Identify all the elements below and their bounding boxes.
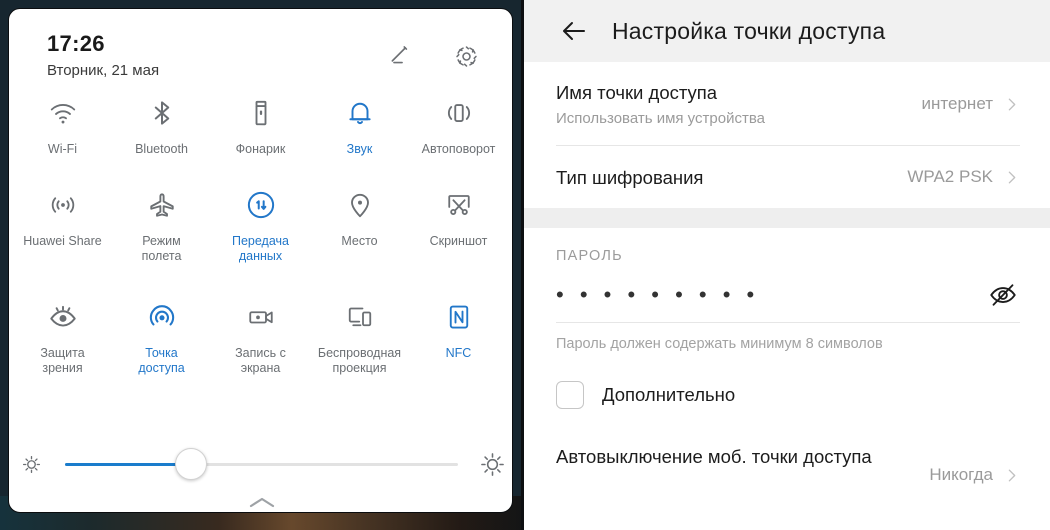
tile-huawei-share[interactable]: Huawei Share [13, 177, 112, 289]
chevron-right-icon [1008, 98, 1016, 110]
auto-rotate-icon [439, 93, 479, 133]
quick-settings-screen: 17:26 Вторник, 21 мая Wi-Fi Bluetooth Фо… [0, 0, 521, 530]
advanced-checkbox[interactable] [556, 381, 584, 409]
tile-label: Беспроводная проекция [317, 346, 402, 375]
row-encryption-value-group: WPA2 PSK [907, 167, 1020, 187]
edit-tiles-button[interactable] [384, 39, 418, 73]
quick-settings-header: 17:26 Вторник, 21 мая [9, 9, 512, 85]
screenshot-icon [439, 185, 479, 225]
row-advanced[interactable]: Дополнительно [556, 352, 1020, 417]
quick-tiles-row-3: Защита зрения Точка доступа Запись с экр… [9, 289, 512, 401]
tile-wireless-projection[interactable]: Беспроводная проекция [310, 289, 409, 401]
tile-label: Место [341, 234, 378, 248]
slider-track-fill [65, 462, 191, 466]
huawei-share-icon [43, 185, 83, 225]
hotspot-settings-screen: Настройка точки доступа Имя точки доступ… [521, 0, 1050, 530]
tile-label: Точка доступа [138, 346, 185, 375]
tile-nfc[interactable]: NFC [409, 289, 508, 401]
brightness-low-icon [9, 453, 53, 476]
cast-icon [340, 297, 380, 337]
clock-date: Вторник, 21 мая [47, 62, 160, 79]
tile-sound[interactable]: Звук [310, 85, 409, 177]
row-title: Имя точки доступа [556, 82, 718, 103]
tile-label: Защита зрения [40, 346, 85, 375]
tile-label: Huawei Share [23, 234, 102, 248]
tile-label: Wi-Fi [47, 142, 78, 156]
wifi-icon [43, 93, 83, 133]
tile-flashlight[interactable]: Фонарик [211, 85, 310, 177]
tile-label: Bluetooth [135, 142, 188, 156]
back-button[interactable] [554, 11, 594, 51]
tile-label: NFC [445, 346, 472, 360]
brightness-slider[interactable] [65, 448, 458, 480]
brightness-slider-row [9, 439, 512, 489]
tile-label: Скриншот [429, 234, 488, 248]
tile-label: Запись с экрана [235, 346, 286, 375]
eye-off-icon [990, 284, 1016, 306]
tile-airplane-mode[interactable]: Режим полета [112, 177, 211, 289]
password-hint: Пароль должен содержать минимум 8 символ… [556, 336, 883, 352]
tile-bluetooth[interactable]: Bluetooth [112, 85, 211, 177]
nfc-icon [439, 297, 479, 337]
tile-label: Фонарик [235, 142, 286, 156]
page-title: Настройка точки доступа [612, 17, 886, 44]
settings-button[interactable] [449, 39, 483, 73]
chevron-right-icon [1008, 469, 1016, 481]
chevron-up-icon [249, 497, 274, 508]
tile-mobile-data[interactable]: Передача данных [211, 177, 310, 289]
tile-hotspot[interactable]: Точка доступа [112, 289, 211, 401]
hotspot-settings-header: Настройка точки доступа [524, 0, 1050, 62]
brightness-high-icon [470, 451, 512, 478]
row-encryption-type[interactable]: Тип шифрования WPA2 PSK [556, 146, 1020, 208]
flashlight-icon [241, 93, 281, 133]
row-value: интернет [921, 94, 993, 113]
tile-auto-rotate[interactable]: Автоповорот [409, 85, 508, 177]
pencil-icon [391, 46, 408, 64]
quick-tiles-row-1: Wi-Fi Bluetooth Фонарик Звук Автоповорот [9, 85, 512, 177]
tile-label: Автоповорот [421, 142, 496, 156]
row-ap-name[interactable]: Имя точки доступа Использовать имя устро… [556, 62, 1020, 145]
row-subtitle: Использовать имя устройства [556, 110, 765, 127]
back-arrow-icon [563, 22, 585, 40]
row-title: Тип шифрования [556, 166, 704, 188]
hotspot-settings-body: Имя точки доступа Использовать имя устро… [524, 62, 1050, 485]
section-separator [524, 208, 1050, 228]
tile-label: Передача данных [231, 234, 289, 263]
quick-settings-panel: 17:26 Вторник, 21 мая Wi-Fi Bluetooth Фо… [8, 8, 513, 513]
bluetooth-icon [142, 93, 182, 133]
row-title: Автовыключение моб. точки доступа [556, 446, 872, 467]
airplane-icon [142, 185, 182, 225]
tile-location[interactable]: Место [310, 177, 409, 289]
row-ap-name-value-group: интернет [922, 80, 1020, 114]
tile-screenshot[interactable]: Скриншот [409, 177, 508, 289]
hotspot-icon [142, 297, 182, 337]
tile-eye-comfort[interactable]: Защита зрения [13, 289, 112, 401]
hotspot-settings-panel: Настройка точки доступа Имя точки доступ… [524, 0, 1050, 530]
row-auto-off-value-group: Никогда [929, 443, 1020, 485]
row-ap-name-text: Имя точки доступа Использовать имя устро… [556, 80, 765, 129]
row-value: Никогда [929, 465, 993, 484]
chevron-right-icon [1008, 171, 1016, 183]
password-visibility-toggle[interactable] [986, 278, 1020, 312]
tile-label: Режим полета [141, 234, 182, 263]
row-auto-off[interactable]: Автовыключение моб. точки доступа Никогд… [556, 417, 1020, 485]
password-section-caption: ПАРОЛЬ [556, 248, 623, 264]
quick-tiles-row-2: Huawei Share Режим полета Передача данны… [9, 177, 512, 289]
bell-icon [340, 93, 380, 133]
screen-record-icon [241, 297, 281, 337]
tile-wifi[interactable]: Wi-Fi [13, 85, 112, 177]
gear-icon [455, 45, 477, 67]
advanced-label: Дополнительно [602, 384, 736, 405]
password-field-row[interactable]: • • • • • • • • • [556, 268, 1020, 322]
tile-screen-record[interactable]: Запись с экрана [211, 289, 310, 401]
slider-thumb[interactable] [174, 448, 207, 480]
location-pin-icon [340, 185, 380, 225]
eye-comfort-icon [43, 297, 83, 337]
collapse-panel-handle[interactable] [9, 493, 512, 512]
clock-time: 17:26 [47, 31, 105, 56]
password-masked-value: • • • • • • • • • [556, 282, 760, 307]
tile-label: Звук [346, 142, 373, 156]
row-value: WPA2 PSK [907, 167, 993, 186]
mobile-data-icon [241, 185, 281, 225]
